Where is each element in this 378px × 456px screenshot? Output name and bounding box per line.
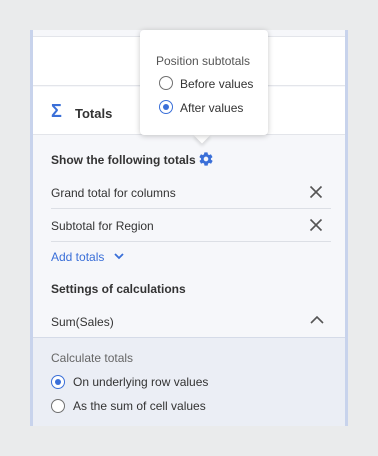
divider (51, 241, 331, 242)
radio-on-underlying-row-values[interactable] (51, 375, 65, 389)
totals-title: Totals (75, 106, 113, 121)
total-item-grand: Grand total for columns (51, 186, 176, 200)
sigma-icon: Σ (51, 101, 62, 121)
close-icon[interactable] (309, 218, 323, 232)
show-totals-heading: Show the following totals (51, 153, 196, 167)
radio-label: As the sum of cell values (73, 399, 206, 413)
divider (51, 208, 331, 209)
radio-label: After values (180, 101, 244, 115)
popover-title: Position subtotals (156, 54, 251, 68)
chevron-up-icon[interactable] (309, 314, 325, 326)
position-subtotals-popover: Position subtotals Before values After v… (140, 30, 268, 135)
chevron-down-icon[interactable] (113, 250, 125, 262)
total-item-subtotal: Subtotal for Region (51, 219, 154, 233)
measure-sum-sales[interactable]: Sum(Sales) (51, 315, 114, 329)
calculations-heading: Settings of calculations (51, 282, 186, 296)
radio-label: On underlying row values (73, 375, 209, 389)
add-totals-button[interactable]: Add totals (51, 250, 104, 264)
radio-before-values[interactable] (159, 76, 173, 90)
close-icon[interactable] (309, 185, 323, 199)
radio-label: Before values (180, 77, 254, 91)
radio-after-values[interactable] (159, 100, 173, 114)
radio-sum-of-cell-values[interactable] (51, 399, 65, 413)
gear-icon[interactable] (198, 151, 214, 167)
calculate-totals-label: Calculate totals (51, 351, 134, 365)
